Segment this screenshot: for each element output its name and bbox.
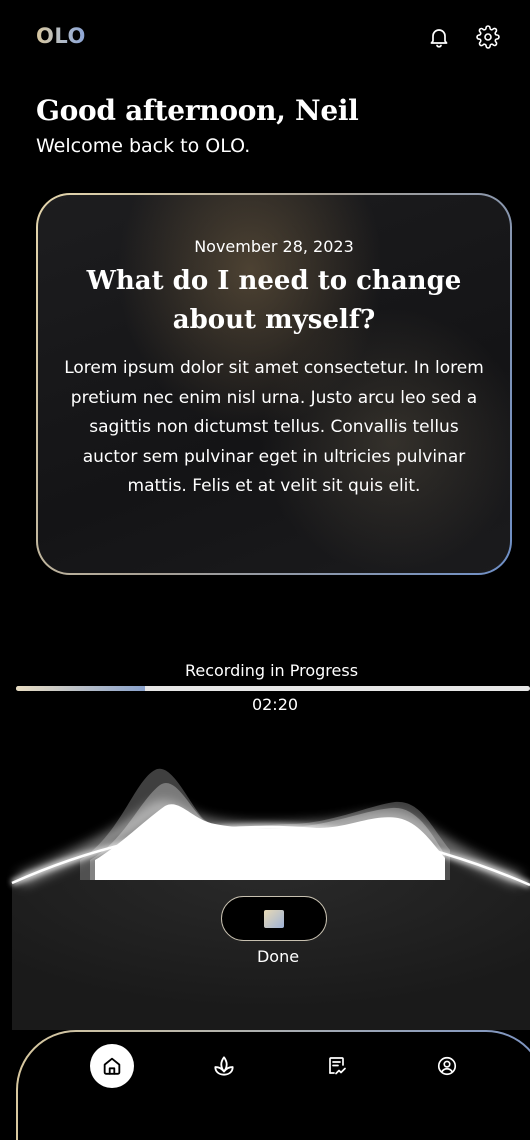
prompt-card-inner: November 28, 2023 What do I need to chan… [38, 195, 510, 573]
plant-icon[interactable] [202, 1044, 246, 1088]
prompt-question: What do I need to change about myself? [86, 266, 462, 335]
bottom-nav [16, 1030, 530, 1140]
recording-progress-bar [16, 686, 530, 691]
done-button[interactable] [221, 896, 327, 941]
home-icon[interactable] [90, 1044, 134, 1088]
greeting-subtitle: Welcome back to OLO. [36, 135, 251, 157]
prompt-card: November 28, 2023 What do I need to chan… [36, 193, 512, 575]
journal-icon[interactable] [315, 1044, 359, 1088]
bell-icon[interactable] [426, 24, 452, 50]
done-label: Done [256, 947, 300, 966]
app-logo: OLO [36, 24, 86, 48]
gear-icon[interactable] [475, 24, 501, 50]
recording-progress-fill [16, 686, 145, 691]
greeting-title: Good afternoon, Neil [36, 94, 359, 127]
prompt-date: November 28, 2023 [194, 237, 354, 256]
recording-status: Recording in Progress [184, 661, 359, 680]
recording-timer: 02:20 [251, 695, 299, 714]
prompt-body: Lorem ipsum dolor sit amet consectetur. … [64, 358, 484, 496]
stop-square-icon [264, 909, 284, 928]
profile-icon[interactable] [425, 1044, 469, 1088]
audio-waveform [10, 768, 530, 1030]
bottom-nav-inner [18, 1032, 530, 1140]
